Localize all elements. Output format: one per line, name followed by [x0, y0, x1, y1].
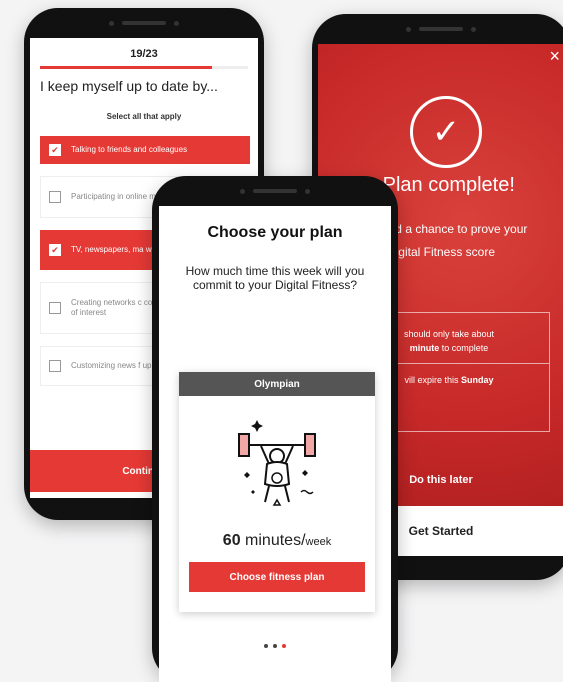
sensor-dot [305, 188, 310, 194]
expiry-day: Sunday [461, 375, 494, 385]
phone-status-bar [152, 176, 398, 206]
page-title: Choose your plan [207, 224, 343, 241]
checkbox-checked-icon[interactable]: ✔ [49, 144, 61, 156]
option-friends-colleagues[interactable]: ✔ Talking to friends and colleagues [40, 136, 250, 164]
camera-dot [109, 20, 114, 26]
progress-fill [40, 66, 212, 69]
progress-counter: 19/23 [130, 48, 158, 60]
select-hint: Select all that apply [106, 112, 182, 121]
checkbox-icon[interactable] [49, 302, 61, 314]
survey-question: I keep myself up to date by... [40, 78, 218, 94]
checkbox-checked-icon[interactable]: ✔ [49, 244, 61, 256]
minutes-unit: week [305, 536, 332, 548]
option-label: Talking to friends and colleagues [71, 145, 188, 154]
speaker [419, 27, 463, 31]
pager-dot[interactable] [273, 644, 277, 648]
duration-text: should only take about [403, 329, 495, 339]
minutes-word: minutes/ [245, 532, 306, 549]
checkbox-icon[interactable] [49, 191, 61, 203]
pager-dot[interactable] [282, 644, 286, 648]
checkbox-icon[interactable] [49, 360, 61, 372]
camera-dot [406, 26, 411, 32]
minutes-per-week: 60 minutes/week [179, 532, 375, 550]
choose-plan-screen: Choose your plan How much time this week… [159, 206, 391, 682]
minutes-value: 60 [222, 532, 241, 549]
progress-bar [40, 66, 248, 69]
choose-fitness-plan-button[interactable]: Choose fitness plan [189, 562, 365, 592]
camera-dot [240, 188, 245, 194]
pager-dot[interactable] [264, 644, 268, 648]
sensor-dot [174, 20, 179, 26]
duration-highlight: minute [409, 343, 440, 354]
speaker [253, 189, 297, 193]
speaker [122, 21, 166, 25]
plan-card[interactable]: Olympian 60 minutes/week Choose fitness … [179, 372, 375, 612]
page-indicator[interactable] [159, 644, 391, 648]
check-circle-icon: ✓ [410, 96, 482, 168]
phone-status-bar [312, 14, 563, 44]
plan-question: How much time this week will you commit … [185, 264, 365, 293]
weightlifter-icon [238, 420, 316, 506]
phone-status-bar [24, 8, 264, 38]
phone-choose-plan: Choose your plan How much time this week… [152, 176, 398, 682]
duration-suffix: to complete [441, 343, 489, 354]
plan-card-title: Olympian [179, 372, 375, 396]
sensor-dot [471, 26, 476, 32]
close-icon[interactable]: × [549, 46, 560, 67]
expiry-text: vill expire this [404, 375, 459, 385]
